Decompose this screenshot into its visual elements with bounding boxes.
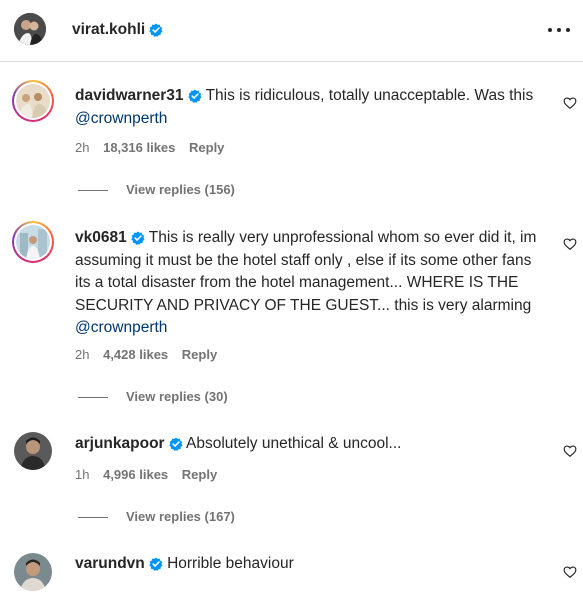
verified-badge-icon: [149, 557, 163, 571]
divider: [78, 190, 108, 192]
comment-body: Horrible behaviour: [167, 555, 294, 572]
comment-text: varundvn Horrible behaviour: [75, 553, 545, 576]
comment-text: vk0681 This is really very unprofessiona…: [75, 227, 545, 340]
post-author-avatar[interactable]: [14, 13, 46, 45]
likes-count[interactable]: 4,996 likes: [103, 467, 168, 482]
view-replies-label[interactable]: View replies (30): [126, 389, 228, 404]
view-replies-label[interactable]: View replies (167): [126, 509, 235, 524]
comment-text: arjunkapoor Absolutely unethical & uncoo…: [75, 433, 545, 456]
reply-button[interactable]: Reply: [182, 467, 217, 482]
mention-link[interactable]: @crownperth: [75, 319, 167, 336]
verified-badge-icon: [149, 23, 163, 37]
avatar-family-photo-icon: [16, 84, 50, 118]
avatar-city-photo-icon: [16, 225, 50, 259]
verified-badge-icon: [131, 231, 145, 245]
avatar-man-photo-icon: [14, 432, 52, 470]
comment-time: 1h: [75, 467, 90, 482]
reply-button[interactable]: Reply: [189, 140, 224, 155]
verified-badge-icon: [168, 437, 183, 451]
avatar[interactable]: [14, 553, 52, 591]
post-header: virat.kohli: [0, 0, 583, 62]
like-heart-icon[interactable]: [563, 444, 577, 458]
comment-body: This is really very unprofessional whom …: [75, 229, 537, 314]
avatar: [16, 225, 50, 259]
comment-meta: 1h 4,996 likes Reply: [75, 467, 227, 482]
divider: [78, 397, 108, 399]
view-replies-button[interactable]: View replies (156): [78, 182, 235, 197]
likes-count[interactable]: 4,428 likes: [103, 347, 168, 362]
divider: [78, 517, 108, 519]
comment-time: 2h: [75, 140, 90, 155]
like-heart-icon[interactable]: [563, 237, 577, 251]
comment-time: 2h: [75, 347, 90, 362]
verified-badge-icon: [187, 89, 202, 103]
comment-body: This is ridiculous, totally unacceptable…: [205, 87, 534, 104]
avatar: [16, 84, 50, 118]
view-replies-button[interactable]: View replies (167): [78, 509, 235, 524]
avatar-couple-photo-icon: [14, 13, 46, 45]
comment-username[interactable]: davidwarner31: [75, 87, 184, 104]
comment-meta: 2h 18,316 likes Reply: [75, 140, 234, 155]
post-author-username[interactable]: virat.kohli: [72, 21, 163, 39]
avatar-man-photo-icon: [14, 553, 52, 591]
like-heart-icon[interactable]: [563, 96, 577, 110]
comment-username[interactable]: vk0681: [75, 229, 127, 246]
comment-body: Absolutely unethical & uncool...: [186, 435, 402, 452]
like-heart-icon[interactable]: [563, 565, 577, 579]
story-ring-avatar[interactable]: [12, 221, 54, 263]
likes-count[interactable]: 18,316 likes: [103, 140, 175, 155]
avatar[interactable]: [14, 432, 52, 470]
more-dot: [557, 28, 561, 32]
more-options-button[interactable]: [548, 25, 572, 35]
more-horizontal-icon: [548, 28, 552, 32]
reply-button[interactable]: Reply: [182, 347, 217, 362]
comment-username[interactable]: arjunkapoor: [75, 435, 165, 452]
comment-meta: 2h 4,428 likes Reply: [75, 347, 227, 362]
view-replies-button[interactable]: View replies (30): [78, 389, 228, 404]
mention-link[interactable]: @crownperth: [75, 110, 167, 127]
story-ring-avatar[interactable]: [12, 80, 54, 122]
more-dot: [566, 28, 570, 32]
comment-username[interactable]: varundvn: [75, 555, 145, 572]
comment-text: davidwarner31 This is ridiculous, totall…: [75, 85, 545, 130]
view-replies-label[interactable]: View replies (156): [126, 182, 235, 197]
